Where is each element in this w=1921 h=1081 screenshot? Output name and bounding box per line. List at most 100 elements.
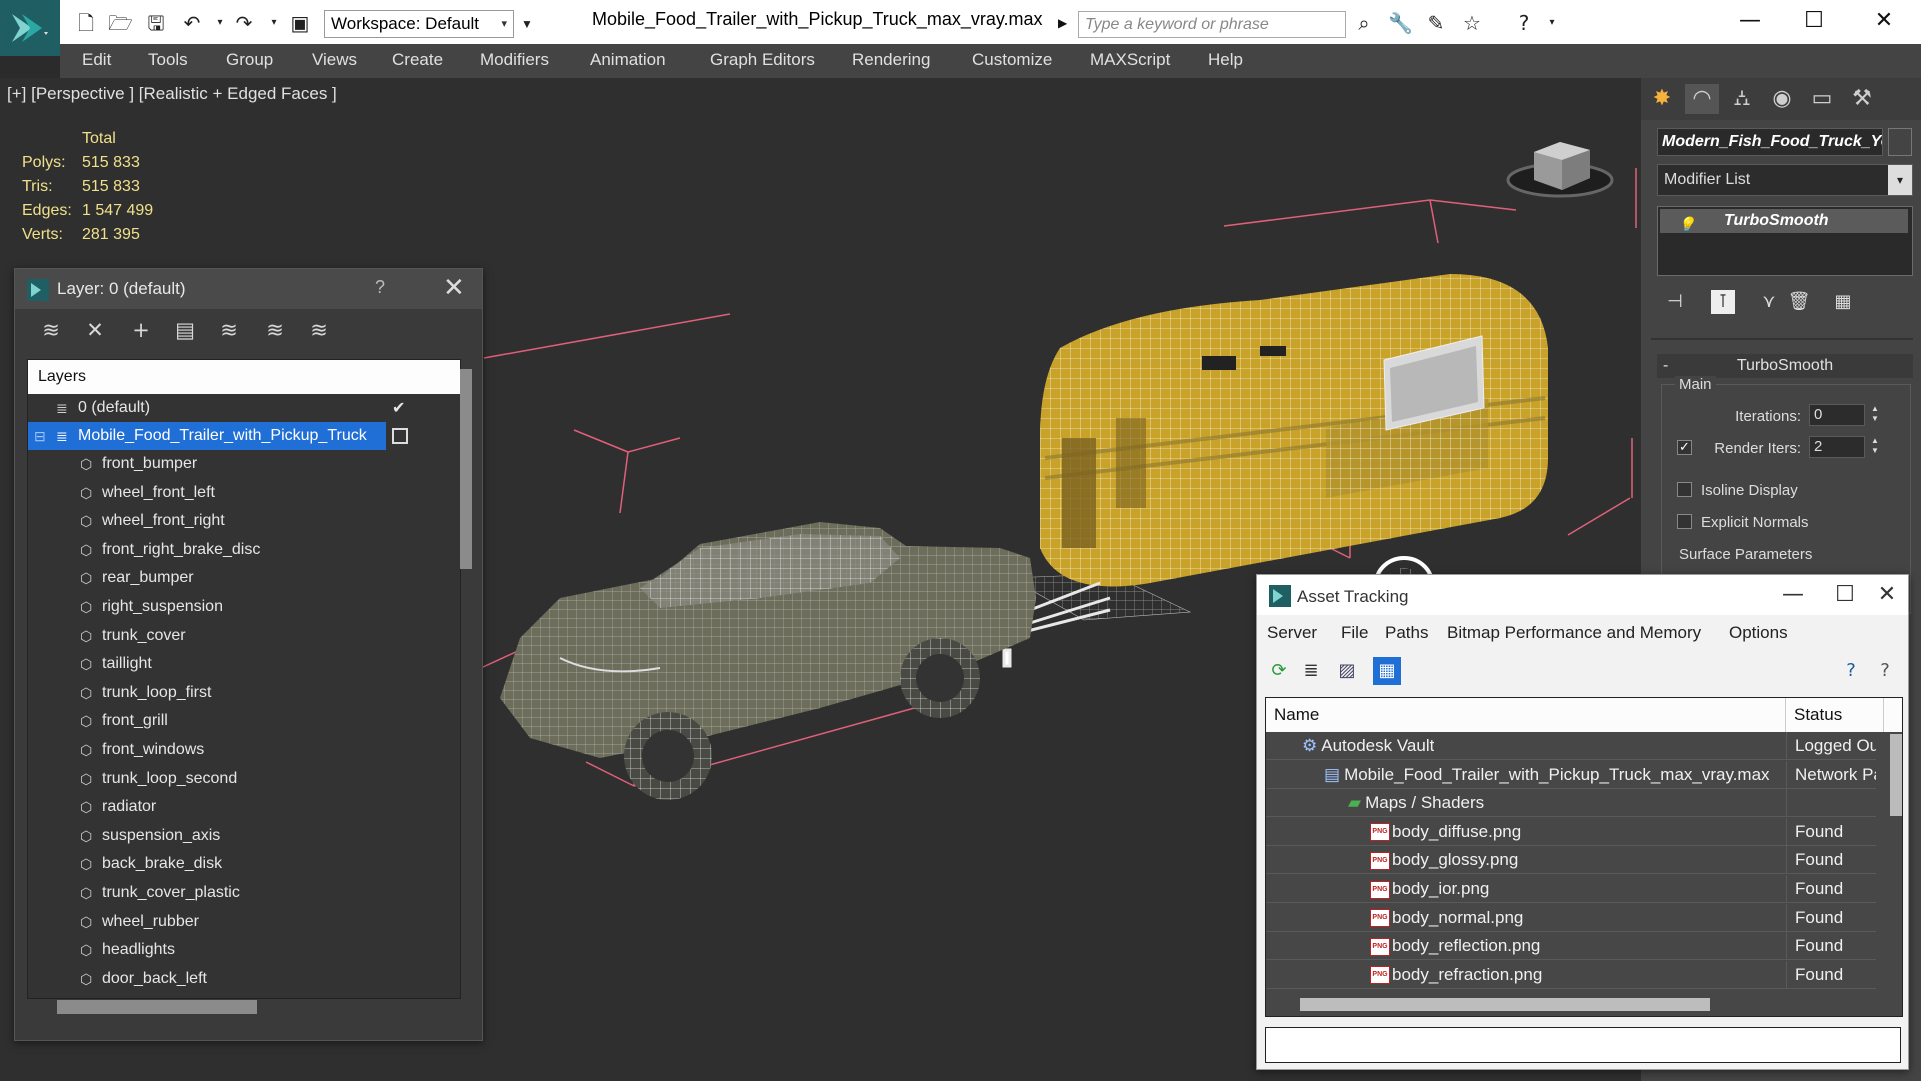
context-help-icon[interactable]: ? — [1871, 657, 1899, 685]
lightbulb-icon[interactable]: 💡 — [1678, 212, 1695, 232]
layer-horizontal-scrollbar[interactable] — [57, 1000, 257, 1014]
workspace-dropdown[interactable]: Workspace: Default ▾ — [324, 10, 514, 38]
turbosmooth-rollout-header[interactable]: - TurboSmooth — [1657, 354, 1913, 378]
name-column-header[interactable]: Name — [1266, 698, 1786, 732]
make-unique-icon[interactable]: ⋎ — [1757, 290, 1781, 314]
layers-column-header[interactable]: Layers — [28, 360, 460, 394]
layer-vertical-scrollbar[interactable] — [460, 369, 472, 569]
asset-vertical-scrollbar[interactable] — [1890, 734, 1902, 816]
menu-customize[interactable]: Customize — [972, 50, 1052, 70]
add-selection-icon[interactable]: + — [127, 317, 155, 343]
maximize-icon[interactable]: ☐ — [1794, 6, 1834, 36]
hierarchy-tab-icon[interactable]: ⛼ — [1725, 84, 1759, 114]
motion-tab-icon[interactable]: ◉ — [1765, 84, 1799, 114]
asset-row[interactable]: PNG body_ior.png Found — [1266, 875, 1876, 903]
menu-create[interactable]: Create — [392, 50, 443, 70]
asset-row[interactable]: PNG body_glossy.png Found — [1266, 846, 1876, 875]
delete-layer-icon[interactable]: ✕ — [81, 317, 109, 343]
layer-active-box-icon[interactable] — [392, 428, 408, 444]
collapse-icon[interactable]: ⊟ — [34, 422, 46, 450]
remove-modifier-icon[interactable]: 🗑 — [1787, 290, 1811, 314]
subscription-icon[interactable]: ✎ — [1424, 12, 1448, 34]
close-icon[interactable]: ✕ — [1867, 579, 1907, 611]
object-color-swatch[interactable] — [1888, 128, 1912, 156]
table-view-icon[interactable]: ▦ — [1373, 657, 1401, 685]
menu-views[interactable]: Views — [312, 50, 357, 70]
close-icon[interactable]: ✕ — [443, 273, 465, 303]
app-logo[interactable] — [0, 0, 60, 56]
close-icon[interactable]: ✕ — [1864, 6, 1904, 36]
render-iters-checkbox[interactable]: ✓ — [1677, 440, 1692, 455]
asset-horizontal-scrollbar[interactable] — [1300, 998, 1710, 1011]
menu-modifiers[interactable]: Modifiers — [480, 50, 549, 70]
maximize-icon[interactable]: ☐ — [1825, 579, 1865, 611]
layer-object-row[interactable]: ⬡ door_back_left — [28, 965, 432, 993]
layer-object-row[interactable]: ⬡ radiator — [28, 793, 432, 821]
spinner-arrows-icon[interactable]: ▲ ▼ — [1869, 404, 1881, 426]
menu-rendering[interactable]: Rendering — [852, 50, 930, 70]
undo-icon[interactable]: ↶ — [180, 12, 204, 34]
asset-row[interactable]: PNG body_reflection.png Found — [1266, 932, 1876, 961]
asset-window-titlebar[interactable]: Asset Tracking — ☐ ✕ — [1257, 575, 1908, 615]
workspace-menu-icon[interactable]: ▼ — [517, 10, 537, 38]
menu-maxscript[interactable]: MAXScript — [1090, 50, 1170, 70]
help-icon[interactable]: ? — [1512, 12, 1536, 34]
layer-object-row[interactable]: ⬡ trunk_cover — [28, 622, 432, 650]
undo-dropdown-icon[interactable]: ▾ — [208, 12, 232, 34]
create-layer-icon[interactable]: ≋ — [37, 317, 65, 343]
explicit-normals-checkbox[interactable] — [1677, 514, 1692, 529]
create-tab-icon[interactable]: ✸ — [1645, 84, 1679, 114]
refresh-icon[interactable]: ⟳ — [1265, 657, 1293, 685]
freeze-layers-icon[interactable]: ≋ — [305, 317, 333, 343]
layer-object-row[interactable]: ⬡ trunk_loop_first — [28, 679, 432, 707]
asset-row[interactable]: PNG body_refraction.png Found — [1266, 960, 1876, 989]
layer-object-row[interactable]: ⬡ right_suspension — [28, 593, 432, 621]
menu-edit[interactable]: Edit — [82, 50, 111, 70]
layer-object-row[interactable]: ⬡ wheel_front_right — [28, 507, 432, 535]
layer-object-row[interactable]: ⬡ headlights — [28, 936, 432, 964]
layer-object-row[interactable]: ⬡ wheel_front_left — [28, 479, 432, 507]
help-icon[interactable]: ? — [1837, 657, 1865, 685]
asset-menu-options[interactable]: Options — [1729, 623, 1788, 643]
highlight-layer-icon[interactable]: ≋ — [215, 317, 243, 343]
asset-row[interactable]: ▰ Maps / Shaders — [1266, 789, 1876, 818]
asset-row[interactable]: ▤ Mobile_Food_Trailer_with_Pickup_Truck_m… — [1266, 760, 1876, 789]
layer-object-row[interactable]: ⬡ front_bumper — [28, 450, 432, 478]
status-column-header[interactable]: Status — [1786, 698, 1884, 732]
menu-graph-editors[interactable]: Graph Editors — [710, 50, 815, 70]
wrench-icon[interactable]: 🔧 — [1388, 12, 1413, 34]
menu-tools[interactable]: Tools — [148, 50, 188, 70]
asset-path-field[interactable] — [1265, 1027, 1901, 1063]
asset-row[interactable]: PNG body_diffuse.png Found — [1266, 817, 1876, 846]
utilities-tab-icon[interactable]: ⚒ — [1845, 84, 1879, 114]
hide-layers-icon[interactable]: ≋ — [261, 317, 289, 343]
layer-object-row[interactable]: ⬡ wheel_rubber — [28, 908, 432, 936]
layer-row-default[interactable]: ≣ 0 (default) ✔ — [28, 394, 432, 422]
project-folder-icon[interactable]: ▣ — [288, 12, 312, 34]
menu-animation[interactable]: Animation — [590, 50, 666, 70]
pin-stack-icon[interactable]: ⊣ — [1663, 290, 1687, 314]
help-icon[interactable]: ? — [375, 277, 385, 298]
search-expand-icon[interactable]: ▶ — [1058, 12, 1072, 34]
layer-window-titlebar[interactable]: Layer: 0 (default) ? ✕ — [15, 269, 482, 309]
layer-object-row[interactable]: ⬡ taillight — [28, 650, 432, 678]
layer-object-row[interactable]: ⬡ trunk_cover_plastic — [28, 879, 432, 907]
list-view-icon[interactable]: ≣ — [1297, 657, 1325, 685]
asset-row[interactable]: ⚙ Autodesk Vault Logged Ou — [1266, 732, 1876, 760]
object-name-field[interactable]: Modern_Fish_Food_Truck_Ye — [1657, 128, 1883, 156]
menu-help[interactable]: Help — [1208, 50, 1243, 70]
asset-menu-file[interactable]: File — [1341, 623, 1368, 643]
stack-item-turbosmooth[interactable]: 💡 TurboSmooth — [1660, 209, 1908, 233]
modifier-list-dropdown[interactable]: Modifier List ▾ — [1657, 164, 1913, 196]
spinner-arrows-icon[interactable]: ▲ ▼ — [1869, 436, 1881, 458]
minimize-icon[interactable]: — — [1730, 6, 1770, 36]
modify-tab-icon[interactable]: ◠ — [1685, 84, 1719, 114]
layer-row-selected[interactable]: ⊟ ≣ Mobile_Food_Trailer_with_Pickup_Truc… — [28, 422, 386, 450]
save-file-icon[interactable]: 🖫 — [144, 12, 168, 34]
redo-dropdown-icon[interactable]: ▾ — [262, 12, 286, 34]
display-tab-icon[interactable]: ▭ — [1805, 84, 1839, 114]
layer-object-row[interactable]: ⬡ suspension_axis — [28, 822, 432, 850]
asset-menu-server[interactable]: Server — [1267, 623, 1317, 643]
layer-object-row[interactable]: ⬡ trunk_loop_second — [28, 765, 432, 793]
new-file-icon[interactable]: 🗋 — [74, 12, 98, 34]
